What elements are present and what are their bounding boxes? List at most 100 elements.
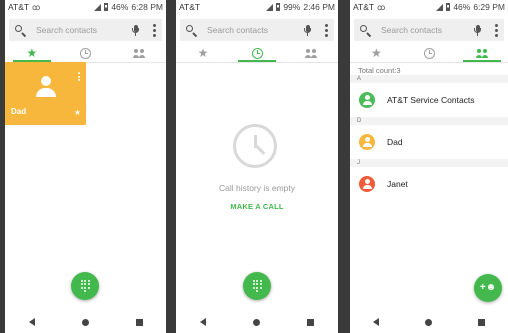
favorite-contact-name: Dad <box>11 107 27 116</box>
card-more-icon[interactable] <box>78 72 80 81</box>
favorite-contact-card[interactable]: Dad ★ <box>5 62 86 125</box>
signal-icon <box>266 3 274 11</box>
signal-icon <box>94 3 102 11</box>
dialpad-button[interactable] <box>71 272 99 300</box>
people-icon <box>132 48 146 58</box>
home-icon[interactable] <box>81 318 89 326</box>
signal-icon <box>436 3 444 11</box>
back-icon[interactable] <box>28 318 35 326</box>
more-icon[interactable] <box>495 23 498 37</box>
search-icon[interactable] <box>186 24 198 37</box>
star-icon: ★ <box>26 46 38 60</box>
battery-icon <box>446 3 451 11</box>
phone-contacts-screen: AT&T ꝏ 46% 6:29 PM Search contacts ★ Tota… <box>350 0 508 333</box>
battery-level: 99% <box>283 2 301 12</box>
clock-time: 2:46 PM <box>303 2 335 12</box>
add-contact-button[interactable]: +☻ <box>474 274 502 302</box>
more-icon[interactable] <box>325 23 328 37</box>
avatar <box>359 176 375 192</box>
search-icon[interactable] <box>15 24 27 37</box>
tab-call-history[interactable] <box>59 44 113 62</box>
avatar <box>359 134 375 150</box>
tab-call-history[interactable] <box>230 44 284 62</box>
carrier-label: AT&T ꝏ <box>353 2 386 12</box>
mic-icon[interactable] <box>474 24 481 36</box>
clock-icon <box>251 47 263 59</box>
search-bar[interactable]: Search contacts <box>9 19 162 41</box>
recents-icon[interactable] <box>307 318 315 326</box>
contact-row[interactable]: AT&T Service Contacts <box>350 89 508 111</box>
section-header-a: A <box>350 75 508 83</box>
mic-icon[interactable] <box>304 24 311 36</box>
tab-favorites[interactable]: ★ <box>176 44 230 62</box>
clock-time: 6:29 PM <box>473 2 505 12</box>
voicemail-icon: ꝏ <box>377 3 386 12</box>
search-input[interactable]: Search contacts <box>381 25 474 35</box>
contacts-total-count: Total count:3 <box>358 66 401 75</box>
contact-name: AT&T Service Contacts <box>387 95 475 105</box>
empty-history-message: Call history is empty <box>218 183 296 193</box>
search-icon[interactable] <box>360 24 372 37</box>
nav-bar <box>5 315 166 329</box>
recents-icon[interactable] <box>135 318 143 326</box>
tab-contacts[interactable] <box>455 44 508 62</box>
search-input[interactable]: Search contacts <box>207 25 304 35</box>
mic-icon[interactable] <box>132 24 139 36</box>
home-icon[interactable] <box>425 318 432 326</box>
clock-icon <box>80 47 91 59</box>
section-header-j: J <box>350 159 508 167</box>
contact-name: Janet <box>387 179 408 189</box>
add-contact-icon: +☻ <box>479 282 497 293</box>
contact-row[interactable]: Janet <box>350 173 508 195</box>
section-header-d: D <box>350 117 508 125</box>
nav-bar <box>176 315 338 329</box>
star-icon: ★ <box>197 46 209 60</box>
carrier-label: AT&T <box>179 2 201 12</box>
back-icon[interactable] <box>373 318 379 326</box>
carrier-label: AT&T ꝏ <box>8 2 41 12</box>
dialpad-icon <box>80 279 90 293</box>
voicemail-icon: ꝏ <box>32 3 41 12</box>
battery-level: 46% <box>111 2 129 12</box>
battery-level: 46% <box>453 2 471 12</box>
status-bar: AT&T ꝏ 46% 6:28 PM <box>5 0 166 14</box>
tab-contacts[interactable] <box>284 44 338 62</box>
tab-bar: ★ <box>176 44 338 62</box>
battery-icon <box>276 3 281 11</box>
contact-row[interactable]: Dad <box>350 131 508 153</box>
avatar <box>36 76 56 98</box>
tab-contacts[interactable] <box>112 44 166 62</box>
nav-bar <box>350 315 508 329</box>
search-bar[interactable]: Search contacts <box>180 19 334 41</box>
tab-call-history[interactable] <box>403 44 456 62</box>
clock-time: 6:28 PM <box>131 2 163 12</box>
favorite-star-icon[interactable]: ★ <box>74 108 81 117</box>
phone-call-history-screen: AT&T 99% 2:46 PM Search contacts ★ Call … <box>176 0 338 333</box>
status-bar: AT&T 99% 2:46 PM <box>176 0 338 14</box>
tab-bar: ★ <box>5 44 166 62</box>
contact-name: Dad <box>387 137 403 147</box>
search-input[interactable]: Search contacts <box>36 25 132 35</box>
recents-icon[interactable] <box>478 318 485 326</box>
people-icon <box>475 48 489 58</box>
back-icon[interactable] <box>199 318 206 326</box>
tab-favorites[interactable]: ★ <box>350 44 403 62</box>
tab-bar: ★ <box>350 44 508 62</box>
battery-icon <box>104 3 109 11</box>
clock-icon <box>423 47 435 59</box>
make-a-call-link[interactable]: MAKE A CALL <box>176 202 338 211</box>
search-bar[interactable]: Search contacts <box>354 19 504 41</box>
empty-history-clock-icon <box>233 124 277 168</box>
status-bar: AT&T ꝏ 46% 6:29 PM <box>350 0 508 14</box>
more-icon[interactable] <box>153 23 156 37</box>
home-icon[interactable] <box>252 318 260 326</box>
dialpad-button[interactable] <box>243 272 271 300</box>
tab-divider <box>176 62 338 63</box>
phone-favorites-screen: AT&T ꝏ 46% 6:28 PM Search contacts ★ Dad … <box>5 0 166 333</box>
avatar <box>359 92 375 108</box>
dialpad-icon <box>252 279 262 293</box>
tab-divider <box>350 62 508 63</box>
tab-favorites[interactable]: ★ <box>5 44 59 62</box>
people-icon <box>304 48 318 58</box>
star-icon: ★ <box>370 46 382 60</box>
